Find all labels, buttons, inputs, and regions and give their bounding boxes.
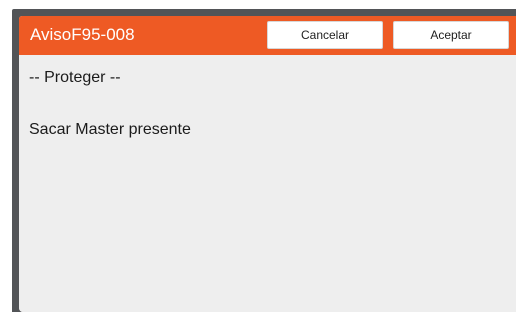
message-text: Sacar Master presente xyxy=(29,121,191,138)
accept-button[interactable]: Aceptar xyxy=(393,21,509,49)
cancel-button[interactable]: Cancelar xyxy=(267,21,383,49)
dialog-title: AvisoF95-008 xyxy=(30,25,135,44)
screen: AvisoF95-008 Cancelar Aceptar -- Protege… xyxy=(0,0,516,312)
warning-dialog: AvisoF95-008 Cancelar Aceptar -- Protege… xyxy=(19,16,516,312)
message-heading: -- Proteger -- xyxy=(29,69,121,86)
dialog-header: AvisoF95-008 Cancelar Aceptar xyxy=(19,16,516,55)
dialog-body: -- Proteger -- Sacar Master presente xyxy=(19,55,516,312)
